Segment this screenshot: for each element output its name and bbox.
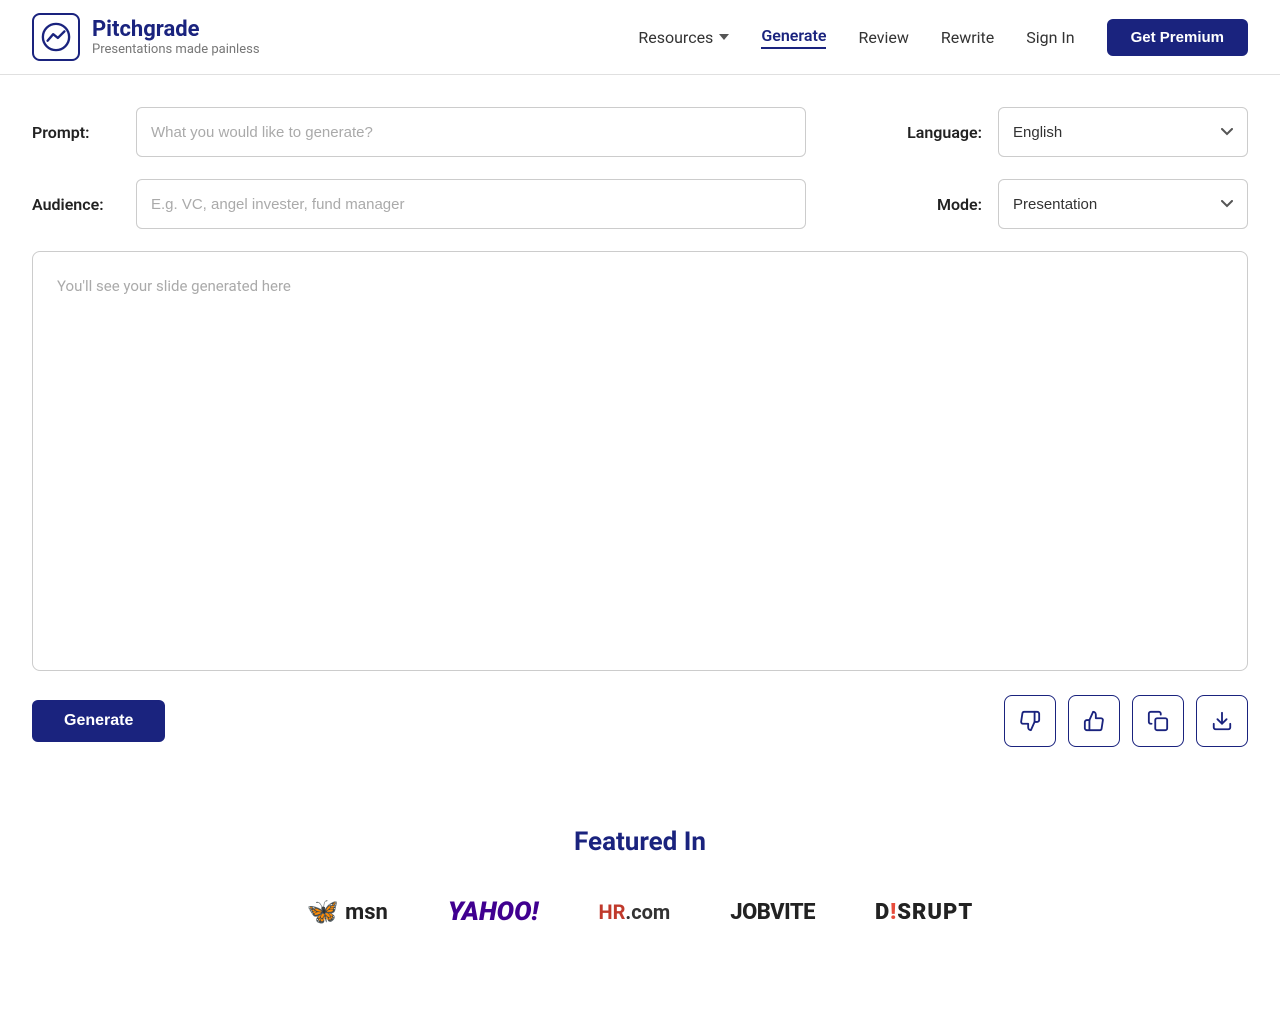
download-icon bbox=[1211, 710, 1233, 732]
audience-input[interactable] bbox=[136, 179, 806, 229]
nav-review[interactable]: Review bbox=[858, 28, 908, 47]
featured-logos: 🦋 msn YAHOO! HR.com JOBVITE D!SRUPT bbox=[32, 897, 1248, 927]
nav-generate[interactable]: Generate bbox=[761, 26, 826, 49]
get-premium-button[interactable]: Get Premium bbox=[1107, 19, 1248, 56]
logo-title: Pitchgrade bbox=[92, 17, 260, 42]
brand-hrcom: HR.com bbox=[598, 900, 670, 924]
brand-msn: 🦋 msn bbox=[307, 897, 388, 927]
slide-placeholder-text: You'll see your slide generated here bbox=[57, 277, 291, 295]
prompt-row: Prompt: Language: English Spanish French… bbox=[32, 107, 1248, 157]
slide-output-area: You'll see your slide generated here bbox=[32, 251, 1248, 671]
copy-button[interactable] bbox=[1132, 695, 1184, 747]
download-button[interactable] bbox=[1196, 695, 1248, 747]
mode-group: Mode: Presentation Document Email Report bbox=[937, 179, 1248, 229]
actions-row: Generate bbox=[32, 695, 1248, 747]
language-label: Language: bbox=[907, 123, 982, 142]
prompt-input[interactable] bbox=[136, 107, 806, 157]
featured-section: Featured In 🦋 msn YAHOO! HR.com JOBVITE … bbox=[0, 787, 1280, 987]
logo-subtitle: Presentations made painless bbox=[92, 42, 260, 57]
audience-label: Audience: bbox=[32, 195, 112, 214]
chevron-down-icon bbox=[719, 34, 729, 40]
thumbs-up-button[interactable] bbox=[1068, 695, 1120, 747]
main-nav: Resources Generate Review Rewrite Sign I… bbox=[638, 19, 1248, 56]
featured-title: Featured In bbox=[32, 827, 1248, 857]
brand-yahoo: YAHOO! bbox=[448, 897, 539, 927]
logo-icon bbox=[32, 13, 80, 61]
logo-area[interactable]: Pitchgrade Presentations made painless bbox=[32, 13, 260, 61]
mode-select[interactable]: Presentation Document Email Report bbox=[998, 179, 1248, 229]
brand-disrupt: D!SRUPT bbox=[875, 900, 973, 925]
thumbs-up-icon bbox=[1083, 710, 1105, 732]
thumbs-down-icon bbox=[1019, 710, 1041, 732]
nav-signin[interactable]: Sign In bbox=[1026, 28, 1074, 47]
language-group: Language: English Spanish French German … bbox=[907, 107, 1248, 157]
thumbs-down-button[interactable] bbox=[1004, 695, 1056, 747]
generate-button[interactable]: Generate bbox=[32, 700, 165, 742]
copy-icon bbox=[1147, 710, 1169, 732]
audience-row: Audience: Mode: Presentation Document Em… bbox=[32, 179, 1248, 229]
mode-label: Mode: bbox=[937, 195, 982, 214]
brand-jobvite: JOBVITE bbox=[730, 900, 815, 925]
action-icons-group bbox=[1004, 695, 1248, 747]
language-select[interactable]: English Spanish French German Portuguese… bbox=[998, 107, 1248, 157]
msn-bird-icon: 🦋 bbox=[307, 897, 339, 927]
nav-rewrite[interactable]: Rewrite bbox=[941, 28, 994, 47]
nav-resources[interactable]: Resources bbox=[638, 28, 729, 47]
logo-text: Pitchgrade Presentations made painless bbox=[92, 17, 260, 57]
prompt-label: Prompt: bbox=[32, 123, 112, 142]
